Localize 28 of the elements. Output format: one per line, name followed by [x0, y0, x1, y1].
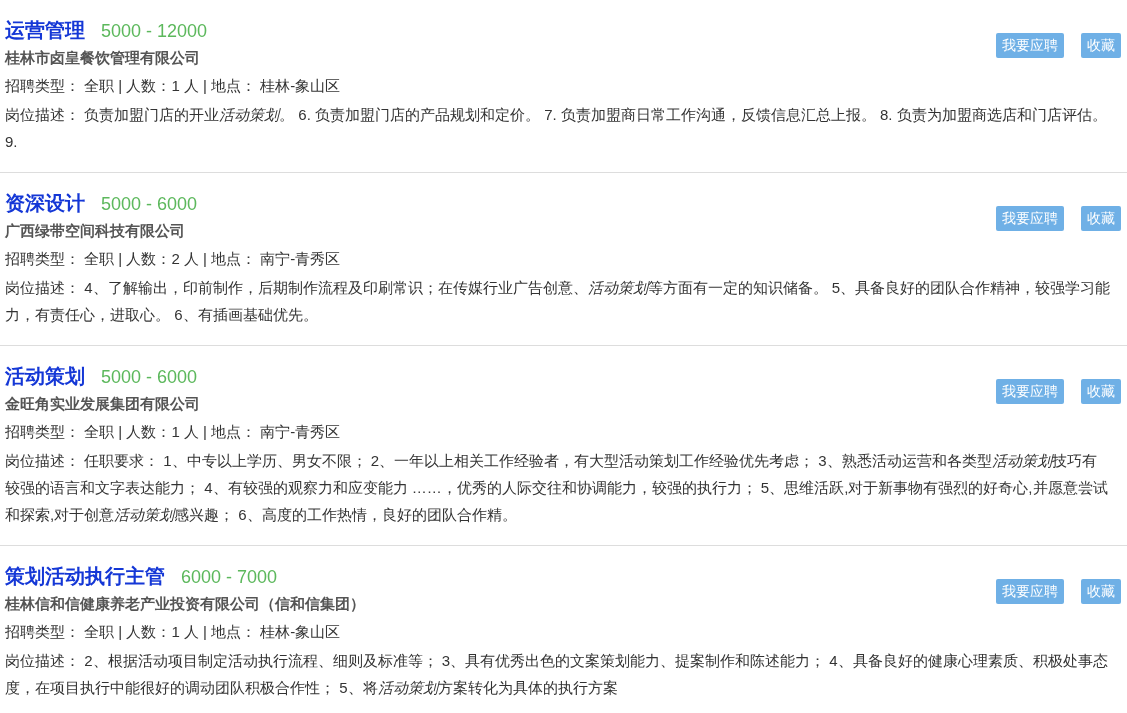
company-name: 广西绿带空间科技有限公司 — [5, 221, 185, 241]
job-meta: 招聘类型： 全职 | 人数：1 人 | 地点： 桂林-象山区 — [5, 622, 341, 642]
salary-range: 5000 - 12000 — [101, 20, 208, 43]
job-title[interactable]: 策划活动执行主管 — [5, 561, 165, 591]
job-title[interactable]: 运营管理 — [5, 15, 85, 45]
apply-button[interactable]: 我要应聘 — [996, 379, 1064, 404]
save-button[interactable]: 收藏 — [1081, 379, 1121, 404]
salary-range: 5000 - 6000 — [101, 193, 198, 216]
job-description: 岗位描述： 4、了解输出，印前制作，后期制作流程及印刷常识；在传媒行业广告创意、活动策划等方面有一定的知识储备。 5、具备良好的团队合作精神，较强学习能力，有责任心，进取心。 6、有插画基础优先。 — [5, 278, 1112, 325]
job-title[interactable]: 活动策划 — [5, 361, 85, 391]
job-description: 岗位描述： 负责加盟门店的开业活动策划。 6. 负责加盟门店的产品规划和定价。 7. 负责加盟商日常工作沟通，反馈信息汇总上报。 8. 负责为加盟商选店和门店评估。 9. — [5, 105, 1108, 152]
apply-button[interactable]: 我要应聘 — [996, 33, 1064, 58]
salary-range: 5000 - 6000 — [101, 366, 198, 389]
company-name: 桂林信和信健康养老产业投资有限公司（信和信集团） — [5, 594, 365, 614]
salary-range: 6000 - 7000 — [181, 566, 278, 589]
apply-button[interactable]: 我要应聘 — [996, 579, 1064, 604]
job-meta: 招聘类型： 全职 | 人数：1 人 | 地点： 桂林-象山区 — [5, 76, 341, 96]
job-title[interactable]: 资深设计 — [5, 188, 85, 218]
job-meta: 招聘类型： 全职 | 人数：1 人 | 地点： 南宁-青秀区 — [5, 422, 341, 442]
company-name: 金旺角实业发展集团有限公司 — [5, 394, 200, 414]
job-description: 岗位描述： 任职要求： 1、中专以上学历、男女不限； 2、一年以上相关工作经验者，有大型活动策划工作经验优先考虑； 3、熟悉活动运营和各类型活动策划技巧有较强的语言和文字表达能力； 4、有较强的观察力和应变能力 ……，优秀的人际交往和协调能力，较强的执行力； 5、思维活跃,对于新事物有强烈的好奇心,并愿意尝试和探索,对于创意活动策划感兴趣； 6、高度的工作热情，良好的团队合作精。 — [5, 451, 1109, 525]
job-meta: 招聘类型： 全职 | 人数：2 人 | 地点： 南宁-青秀区 — [5, 249, 341, 269]
save-button[interactable]: 收藏 — [1081, 579, 1121, 604]
apply-button[interactable]: 我要应聘 — [996, 206, 1064, 231]
save-button[interactable]: 收藏 — [1081, 206, 1121, 231]
company-name: 桂林市卤皇餐饮管理有限公司 — [5, 48, 200, 68]
job-description: 岗位描述： 2、根据活动项目制定活动执行流程、细则及标准等； 3、具有优秀出色的文案策划能力、提案制作和陈述能力； 4、具备良好的健康心理素质、积极处事态度，在项目执行中能很好的调动团队积极合作性； 5、将活动策划方案转化为具体的执行方案 — [5, 651, 1109, 698]
save-button[interactable]: 收藏 — [1081, 33, 1121, 58]
